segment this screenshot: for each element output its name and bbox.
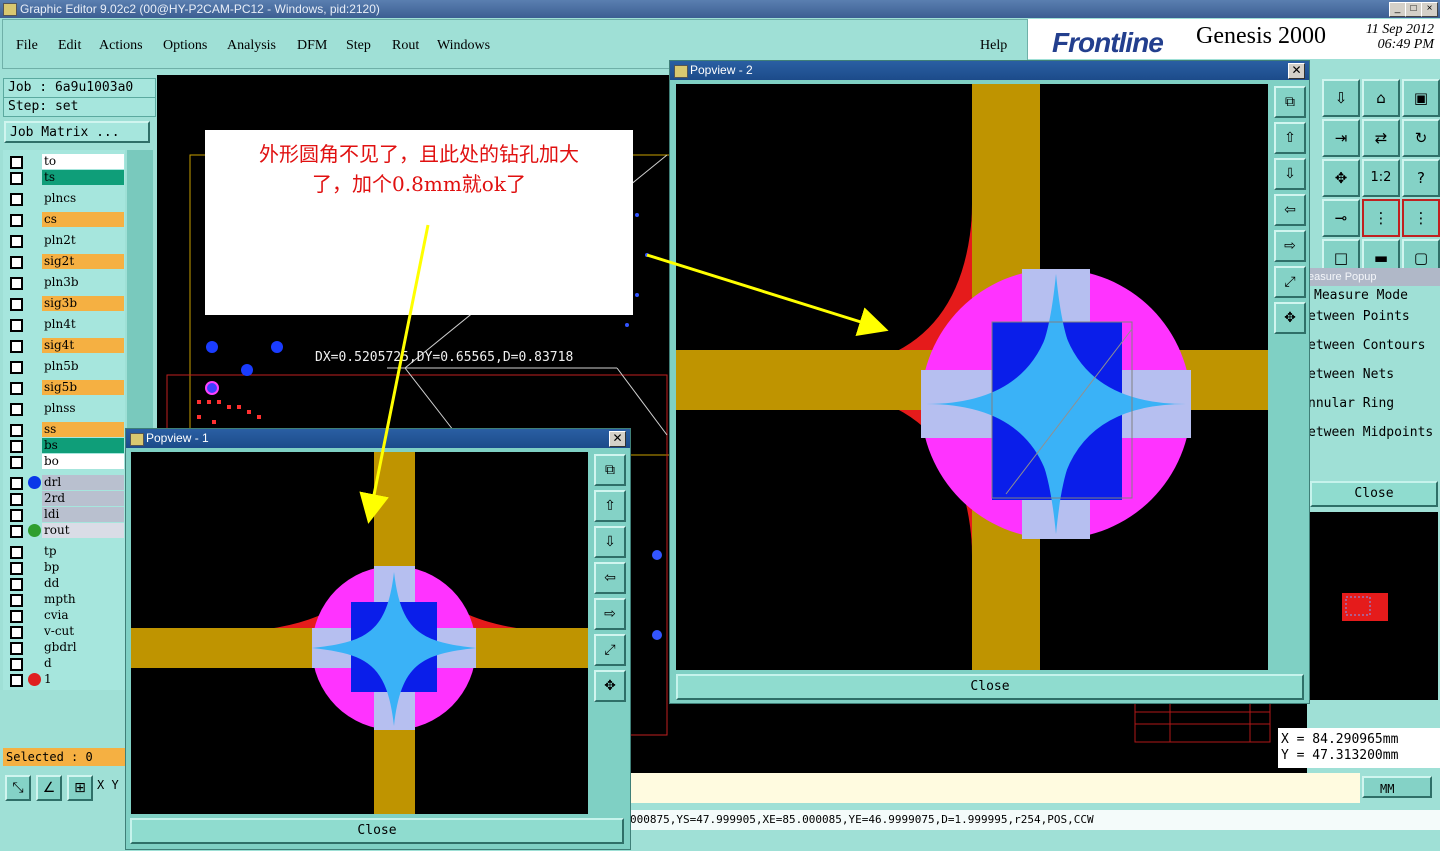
arrow-to-popview-2 <box>646 253 889 337</box>
annotation-arrows <box>359 224 889 524</box>
arrow-to-popview-1 <box>359 224 430 524</box>
